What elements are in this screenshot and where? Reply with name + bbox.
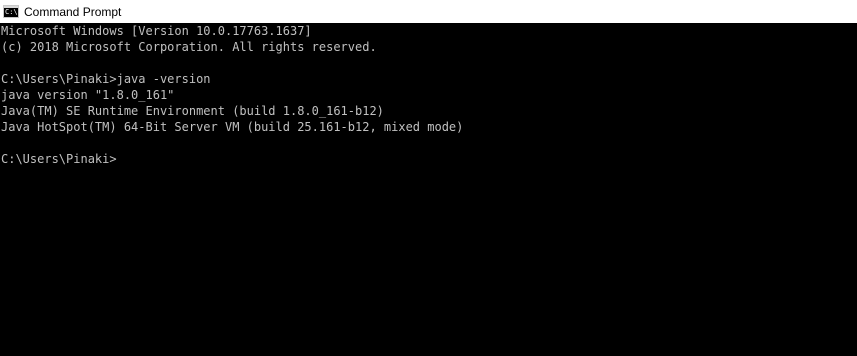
console-output[interactable]: Microsoft Windows [Version 10.0.17763.16… [0, 23, 857, 356]
console-line: Java HotSpot(TM) 64-Bit Server VM (build… [1, 120, 464, 134]
command-prompt-window: C:\ Command Prompt Microsoft Windows [Ve… [0, 0, 857, 356]
console-line: (c) 2018 Microsoft Corporation. All righ… [1, 40, 377, 54]
icon-prompt-glyph: C:\ [5, 8, 18, 16]
command-prompt-icon[interactable]: C:\ [3, 5, 19, 18]
console-line: java version "1.8.0_161" [1, 88, 175, 102]
console-line: Java(TM) SE Runtime Environment (build 1… [1, 104, 384, 118]
console-line: C:\Users\Pinaki>java -version [1, 72, 211, 86]
title-bar[interactable]: C:\ Command Prompt [0, 0, 857, 23]
console-prompt-line[interactable]: C:\Users\Pinaki> [0, 151, 857, 167]
console-line: Microsoft Windows [Version 10.0.17763.16… [1, 24, 312, 38]
window-title: Command Prompt [24, 4, 122, 19]
